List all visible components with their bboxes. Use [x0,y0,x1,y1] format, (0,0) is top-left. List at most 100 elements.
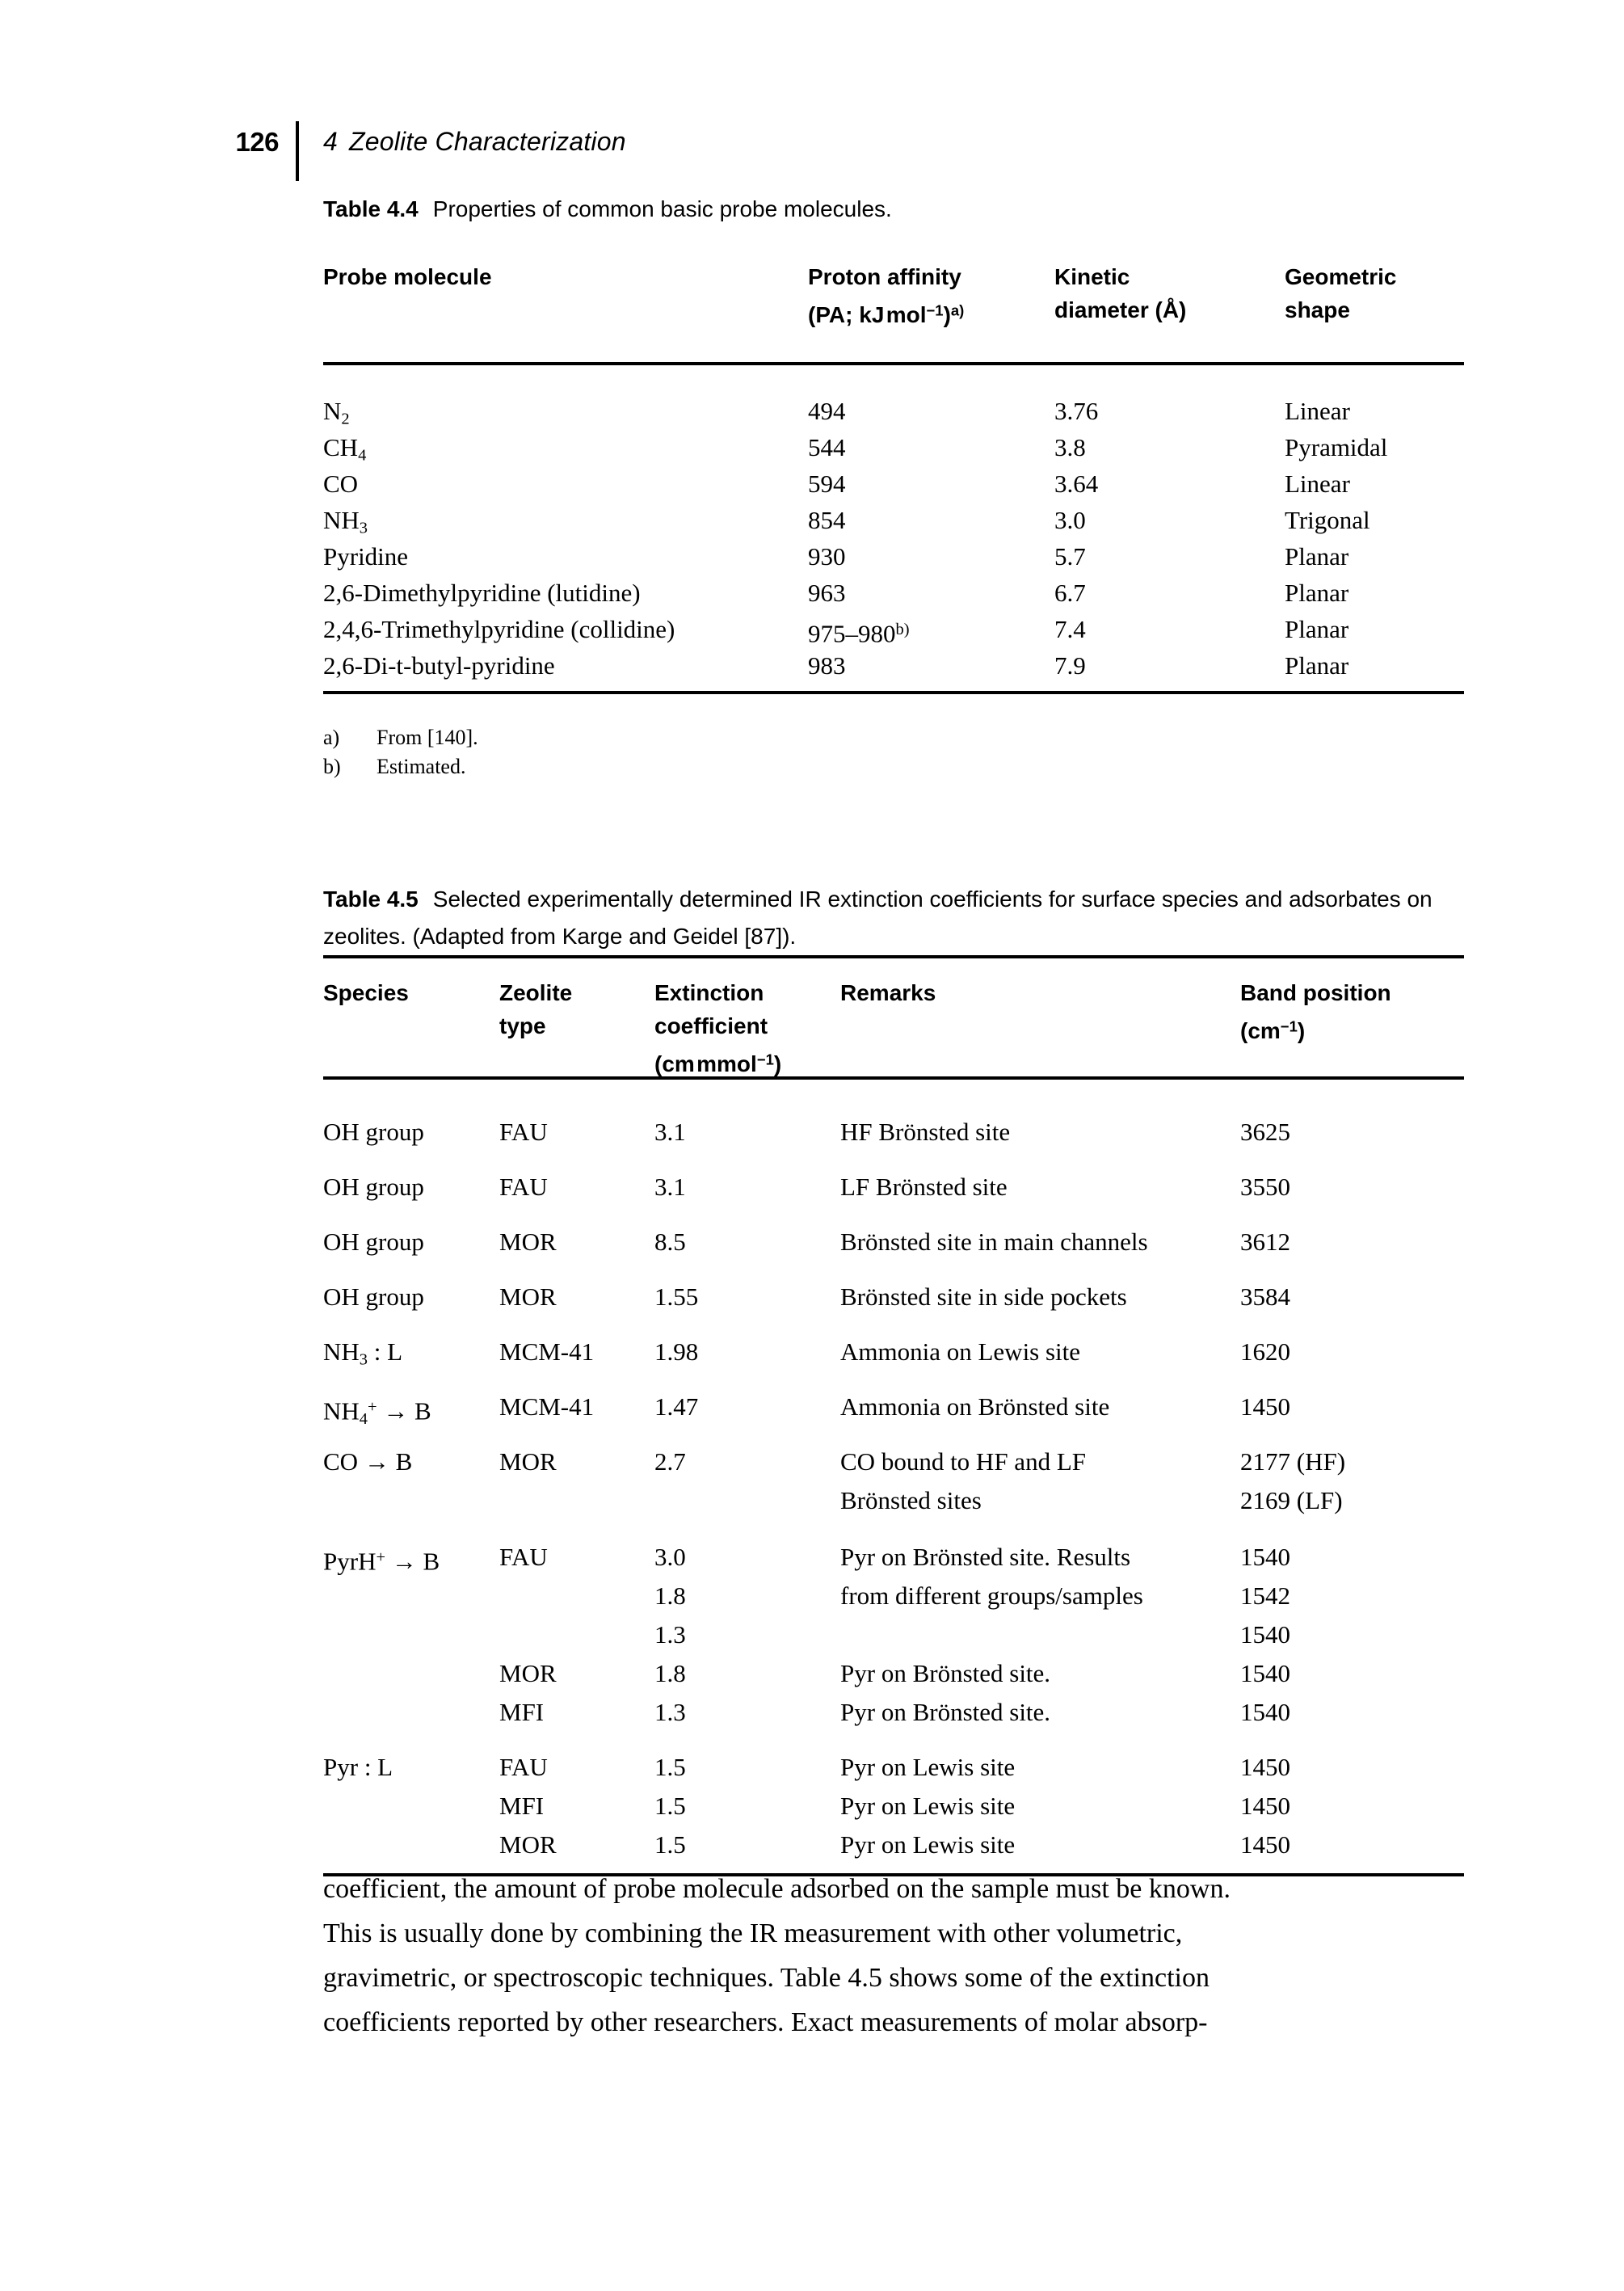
table-4-4-caption-text: Properties of common basic probe molecul… [432,196,892,221]
cell-remarks: CO bound to HF and LF [840,1447,1086,1476]
cell-extinction-coefficient: 1.98 [654,1337,699,1366]
cell-proton-affinity: 930 [808,542,846,571]
folio-divider-rule [296,121,299,181]
th-zeolite-type: Zeolite type [499,980,573,1038]
cell-proton-affinity: 594 [808,470,846,498]
cell-zeolite-type: MCM-41 [499,1392,595,1421]
cell-zeolite-type: FAU [499,1543,548,1571]
cell-geometric-shape: Planar [1285,615,1349,643]
cell-remarks: Brönsted sites [840,1486,982,1514]
cell-kinetic-diameter: 7.9 [1054,651,1086,680]
table-row: NH4+ → B [323,1396,431,1429]
cell-proton-affinity: 983 [808,651,846,680]
cell-kinetic-diameter: 3.0 [1054,506,1086,534]
body-line-3: gravimetric, or spectroscopic techniques… [323,1963,1210,1993]
cell-band-position: 1540 [1240,1698,1290,1726]
cell-extinction-coefficient: 3.1 [654,1173,686,1201]
cell-remarks: HF Brönsted site [840,1118,1011,1146]
body-line-4: coefficients reported by other researche… [323,2007,1208,2037]
cell-extinction-coefficient: 1.8 [654,1581,686,1610]
page-number: 126 [235,127,279,157]
table-row: OH group [323,1173,424,1201]
cell-extinction-coefficient: 2.7 [654,1447,686,1476]
cell-geometric-shape: Planar [1285,542,1349,571]
body-line-2: This is usually done by combining the IR… [323,1918,1183,1948]
cell-remarks: Ammonia on Brönsted site [840,1392,1110,1421]
cell-geometric-shape: Planar [1285,651,1349,680]
table-row: OH group [323,1228,424,1256]
table-row: 2,6-Di-t-butyl-pyridine [323,651,555,680]
cell-proton-affinity: 544 [808,433,846,461]
cell-extinction-coefficient: 1.3 [654,1698,686,1726]
cell-proton-affinity: 494 [808,397,846,425]
footnote-a-mark: a) [323,726,340,749]
cell-band-position: 1620 [1240,1337,1290,1366]
th-band-position: Band position (cm−1) [1240,980,1391,1043]
th-band-units: (cm−1) [1240,1017,1306,1043]
cell-remarks: Pyr on Brönsted site. Results [840,1543,1131,1571]
cell-geometric-shape: Planar [1285,579,1349,607]
table-row: NH3 : L [323,1337,403,1369]
footnote-b-mark: b) [323,755,341,778]
cell-extinction-coefficient: 1.5 [654,1792,686,1820]
cell-remarks: LF Brönsted site [840,1173,1008,1201]
cell-band-position: 3550 [1240,1173,1290,1201]
page-canvas: 126 4 Zeolite Characterization Table 4.4 P… [0,0,1624,2291]
cell-extinction-coefficient: 1.55 [654,1282,699,1311]
cell-kinetic-diameter: 3.8 [1054,433,1086,461]
cell-zeolite-type: MFI [499,1698,545,1726]
cell-kinetic-diameter: 7.4 [1054,615,1086,643]
cell-extinction-coefficient: 1.5 [654,1753,686,1781]
chapter-title-text: Zeolite Characterization [349,127,626,156]
cell-zeolite-type: MOR [499,1282,557,1311]
cell-band-position: 3625 [1240,1118,1290,1146]
cell-zeolite-type: MOR [499,1228,557,1256]
cell-extinction-coefficient: 8.5 [654,1228,686,1256]
table-row: CO → B [323,1447,413,1476]
cell-remarks: Pyr on Lewis site [840,1753,1016,1781]
cell-extinction-coefficient: 1.5 [654,1830,686,1859]
cell-zeolite-type: MFI [499,1792,545,1820]
cell-geometric-shape: Pyramidal [1285,433,1388,461]
cell-band-position: 1450 [1240,1830,1290,1859]
th-extinction-coefficient: Extinction coefficient (cm mmol−1) [654,980,782,1076]
table-4-4-bottom-rule [323,691,1464,694]
body-line-1: coefficient, the amount of probe molecul… [323,1874,1231,1904]
cell-zeolite-type: MOR [499,1447,557,1476]
table-row: 2,4,6-Trimethylpyridine (collidine) [323,615,675,643]
table-row: Pyr : L [323,1753,393,1781]
cell-band-position: 2177 (HF) [1240,1447,1346,1476]
th-geometric-shape: Geometric shape [1285,264,1397,322]
cell-extinction-coefficient: 1.8 [654,1659,686,1687]
table-row: N2 [323,397,350,428]
table-row: OH group [323,1282,424,1311]
th-proton-affinity: Proton affinity (PA; kJ mol−1)a) [808,264,965,327]
cell-extinction-coefficient: 1.3 [654,1620,686,1649]
cell-remarks: Pyr on Lewis site [840,1792,1016,1820]
table-4-5-caption: Table 4.5 Selected experimentally determi… [323,881,1462,955]
cell-remarks: Pyr on Lewis site [840,1830,1016,1859]
cell-kinetic-diameter: 3.76 [1054,397,1099,425]
table-4-5-caption-line1: Selected experimentally determined IR ex… [432,886,1239,912]
table-row: NH3 [323,506,368,537]
cell-proton-affinity: 854 [808,506,846,534]
table-row: CH4 [323,433,367,465]
th-remarks: Remarks [840,980,936,1005]
cell-band-position: 3584 [1240,1282,1290,1311]
table-4-5-caption-label: Table 4.5 [323,886,419,912]
cell-band-position: 1450 [1240,1792,1290,1820]
table-4-5-header-rule [323,1076,1464,1080]
cell-remarks: Pyr on Brönsted site. [840,1698,1051,1726]
cell-band-position: 1540 [1240,1620,1290,1649]
cell-zeolite-type: MOR [499,1830,557,1859]
cell-kinetic-diameter: 6.7 [1054,579,1086,607]
cell-extinction-coefficient: 3.1 [654,1118,686,1146]
cell-proton-affinity: 975–980b) [808,619,910,648]
th-kinetic-diameter: Kinetic diameter (Å) [1054,264,1187,322]
table-row: 2,6-Dimethylpyridine (lutidine) [323,579,641,607]
cell-remarks: Pyr on Brönsted site. [840,1659,1051,1687]
table-4-4-caption-label: Table 4.4 [323,196,419,221]
cell-zeolite-type: FAU [499,1753,548,1781]
table-4-5-top-rule [323,955,1464,958]
chapter-number: 4 [323,127,338,156]
